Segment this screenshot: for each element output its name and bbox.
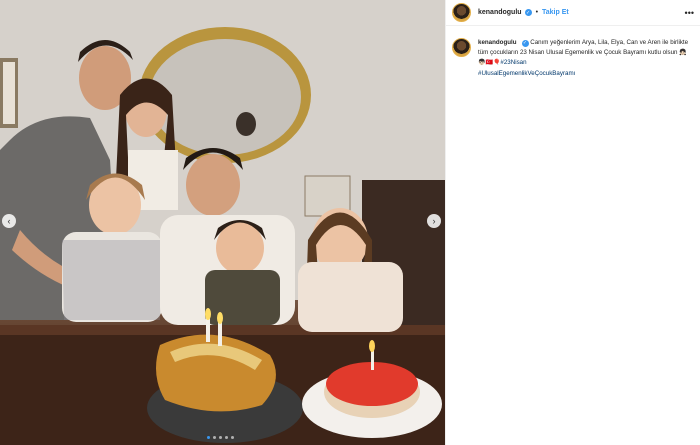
more-options-icon[interactable]: ••• — [685, 8, 694, 18]
chevron-left-icon: ‹ — [7, 215, 11, 226]
carousel-dot — [231, 436, 234, 439]
carousel-dots — [207, 436, 234, 439]
carousel-dot — [225, 436, 228, 439]
family-photo-illustration — [0, 0, 445, 445]
carousel-dot — [207, 436, 210, 439]
hashtag-link[interactable]: #23Nisan — [500, 59, 526, 66]
caption-username-link[interactable]: kenandogulu — [478, 39, 517, 46]
carousel-dot — [213, 436, 216, 439]
verified-badge-icon: ✓ — [521, 40, 529, 48]
post-photo[interactable]: ‹ › — [0, 0, 445, 445]
carousel-prev-button[interactable]: ‹ — [2, 214, 16, 228]
follow-button[interactable]: Takip Et — [542, 9, 569, 16]
carousel-next-button[interactable]: › — [427, 214, 441, 228]
caption-text: kenandogulu ✓ Canım yeğenlerim Arya, Lila… — [478, 38, 693, 78]
username-link[interactable]: kenandogulu — [478, 9, 522, 16]
carousel-dot — [219, 436, 222, 439]
post-side-panel: kenandogulu ✓ • Takip Et ••• kenandogulu… — [445, 0, 700, 445]
chevron-right-icon: › — [432, 215, 436, 226]
hashtag-link[interactable]: #UlusalEgemenlikVeÇocukBayramı — [478, 70, 575, 77]
post-caption: kenandogulu ✓ Canım yeğenlerim Arya, Lila… — [446, 26, 700, 78]
caption-avatar[interactable] — [452, 38, 471, 57]
post-header: kenandogulu ✓ • Takip Et ••• — [446, 0, 700, 26]
verified-badge-icon: ✓ — [524, 9, 532, 16]
avatar[interactable] — [452, 3, 471, 22]
separator-dot: • — [535, 9, 539, 16]
